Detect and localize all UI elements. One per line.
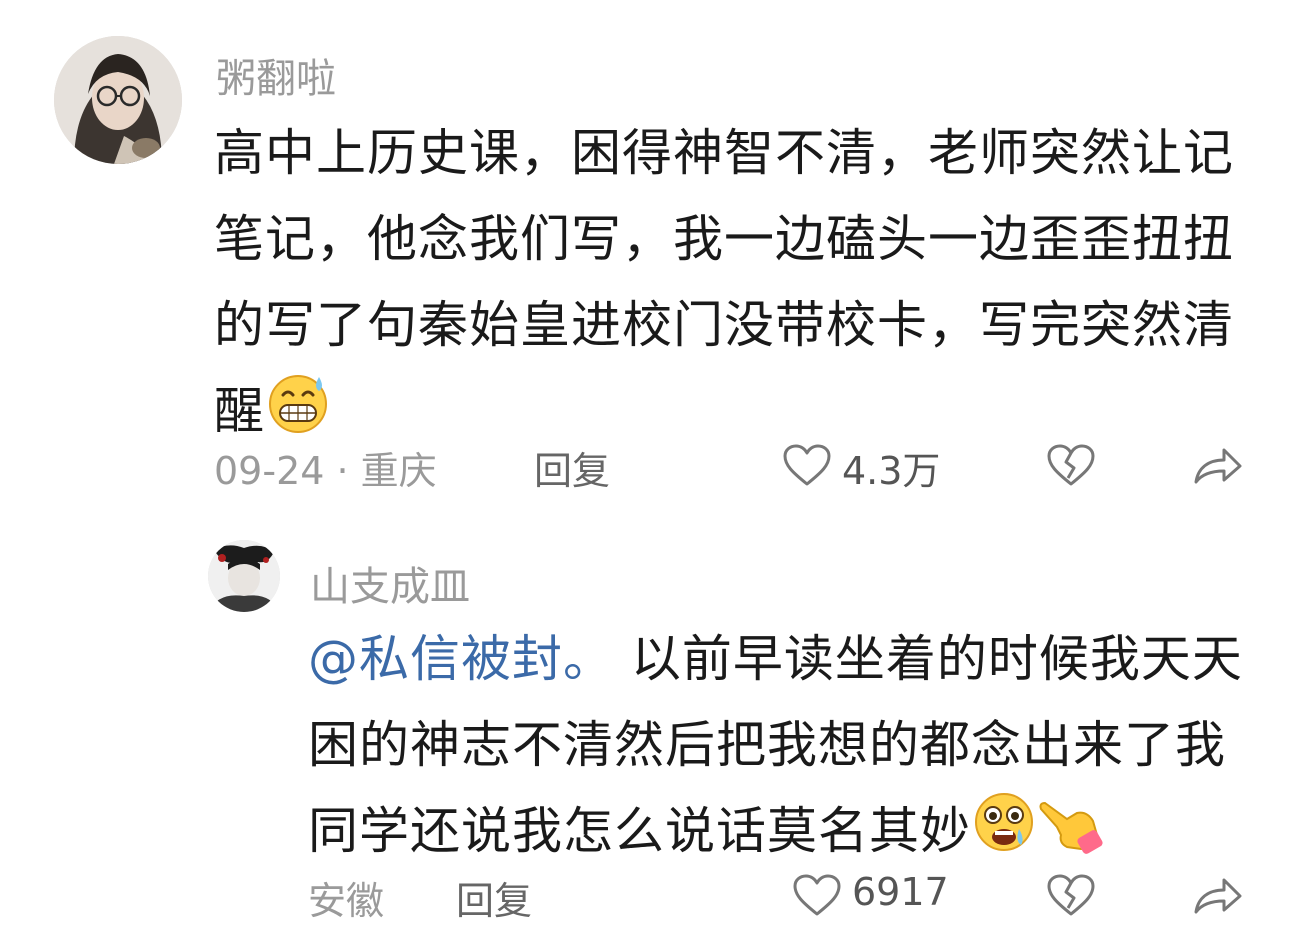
broken-heart-icon[interactable] [1046, 874, 1096, 922]
comment-1: 粥翻啦 高中上历史课，困得神智不清，老师突然让记 笔记，他念我们写，我一边磕头一… [0, 0, 1311, 500]
comment-2: 山支成皿 @私信被封。 以前早读坐着的时候我天天 困的神志不清然后把我想的都念出… [0, 500, 1311, 944]
comment-text: 高中上历史课，困得神智不清，老师突然让记 笔记，他念我们写，我一边磕头一边歪歪扭… [214, 110, 1274, 461]
reply-button[interactable]: 回复 [534, 440, 610, 495]
user-mention-link[interactable]: @私信被封。 [308, 630, 614, 688]
avatar[interactable] [208, 540, 280, 612]
comment-line: 的写了句秦始皇进校门没带校卡，写完突然清 [214, 296, 1234, 354]
heart-icon[interactable] [792, 874, 842, 922]
broken-heart-icon[interactable] [1046, 444, 1096, 492]
comment-line: 高中上历史课，困得神智不清，老师突然让记 [214, 124, 1234, 182]
share-icon[interactable] [1192, 876, 1244, 920]
share-icon[interactable] [1192, 446, 1244, 490]
comment-text: @私信被封。 以前早读坐着的时候我天天 困的神志不清然后把我想的都念出来了我 同… [308, 616, 1268, 881]
comment-line: 笔记，他念我们写，我一边磕头一边歪歪扭扭 [214, 210, 1234, 268]
reply-button[interactable]: 回复 [456, 870, 532, 925]
avatar[interactable] [54, 36, 182, 164]
like-count: 4.3万 [842, 449, 941, 493]
comment-line-last: 同学还说我怎么说话莫名其妙 [308, 788, 1268, 881]
comment-line: 困的神志不清然后把我想的都念出来了我 [308, 716, 1226, 774]
username[interactable]: 山支成皿 [310, 554, 470, 612]
pointing-hand-emoji [1037, 789, 1103, 881]
date-location: 09-24 · 重庆 [214, 449, 437, 493]
scared-crying-emoji [971, 789, 1037, 881]
username[interactable]: 粥翻啦 [216, 46, 336, 104]
heart-icon[interactable] [782, 444, 832, 492]
comment-line: @私信被封。 以前早读坐着的时候我天天 [308, 630, 1243, 688]
location: 安徽 [308, 879, 385, 923]
like-count: 6917 [852, 870, 949, 914]
